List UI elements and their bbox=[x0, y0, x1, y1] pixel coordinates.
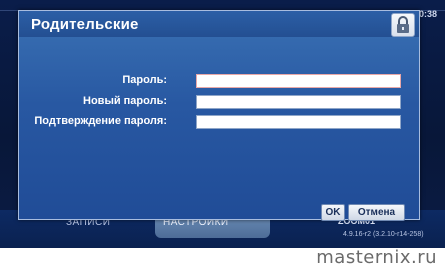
password-field[interactable] bbox=[196, 74, 401, 88]
new-password-field[interactable] bbox=[196, 95, 401, 109]
ok-button[interactable]: OK bbox=[321, 204, 345, 221]
new-password-row: Новый пароль: bbox=[19, 95, 419, 111]
watermark: masternix.ru bbox=[316, 247, 437, 268]
parental-dialog: Родительские Пароль: Новый пароль: Подтв… bbox=[18, 10, 420, 221]
cancel-button[interactable]: Отмена bbox=[348, 204, 405, 221]
confirm-password-label: Подтверждение пароля: bbox=[34, 115, 167, 127]
lock-icon bbox=[391, 13, 415, 37]
dialog-title: Родительские bbox=[31, 16, 139, 33]
password-row: Пароль: bbox=[19, 74, 419, 90]
dialog-titlebar: Родительские bbox=[19, 11, 419, 37]
confirm-password-field[interactable] bbox=[196, 115, 401, 129]
tv-screen: 20:38 ЗАПИСИ НАСТРОЙКИ ZOOM01 4.9.16-r2 … bbox=[0, 0, 445, 248]
confirm-password-row: Подтверждение пароля: bbox=[19, 115, 419, 131]
new-password-label: Новый пароль: bbox=[83, 95, 167, 107]
password-label: Пароль: bbox=[122, 74, 167, 86]
firmware-version: 4.9.16-r2 (3.2.10-r14-258) bbox=[343, 231, 424, 238]
